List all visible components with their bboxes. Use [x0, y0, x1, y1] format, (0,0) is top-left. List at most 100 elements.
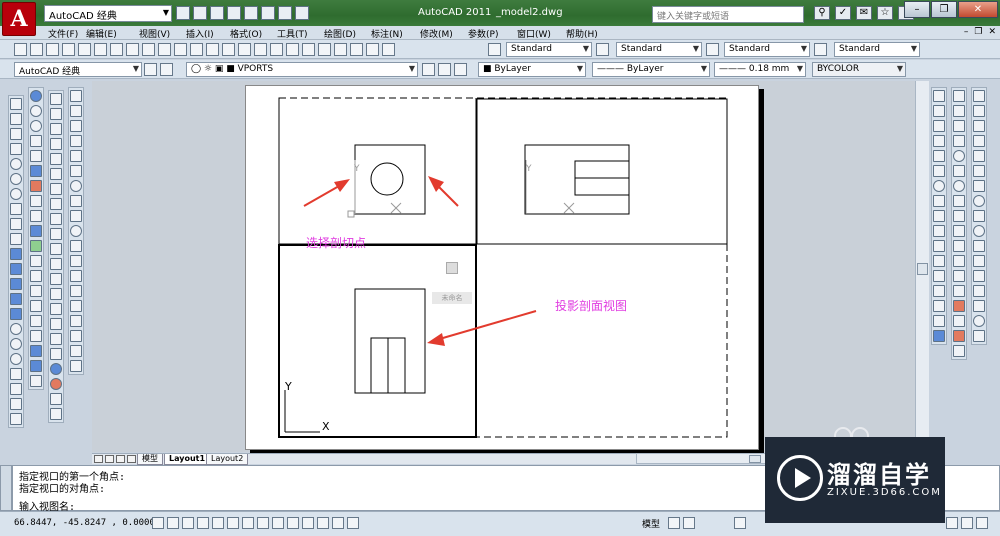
node-icon[interactable]	[973, 285, 985, 297]
autocad-logo-icon[interactable]: A	[2, 2, 36, 36]
continue-icon[interactable]	[953, 240, 965, 252]
fillet-icon[interactable]	[933, 315, 945, 327]
break-point-icon[interactable]	[933, 255, 945, 267]
endpoint-icon[interactable]	[973, 120, 985, 132]
move-icon[interactable]	[933, 165, 945, 177]
next-tab-icon[interactable]	[116, 455, 125, 463]
watermark-logo: 溜溜自学 ZIXUE.3D66.COM	[765, 437, 945, 523]
mirror-icon[interactable]	[933, 120, 945, 132]
intersection-icon[interactable]	[973, 150, 985, 162]
side-view-rect	[524, 144, 630, 215]
nearest-icon[interactable]	[973, 300, 985, 312]
layout-switch-icons	[668, 517, 695, 529]
extend-icon[interactable]	[933, 240, 945, 252]
grid-display-icon[interactable]	[182, 517, 194, 529]
printable-area-border	[278, 97, 728, 438]
break-dim-icon[interactable]	[953, 270, 965, 282]
jogged-icon[interactable]	[953, 165, 965, 177]
vertical-scrollbar[interactable]	[915, 81, 929, 452]
erase-icon[interactable]	[933, 90, 945, 102]
baseline-icon[interactable]	[953, 225, 965, 237]
tab-model[interactable]: 模型	[137, 454, 163, 465]
coordinates-readout[interactable]: 66.8447, -45.8247 , 0.0000	[14, 518, 155, 528]
stretch-icon[interactable]	[933, 210, 945, 222]
apparent-intersect-icon[interactable]	[973, 165, 985, 177]
object-snap-tracking-icon[interactable]	[257, 517, 269, 529]
polar-tracking-icon[interactable]	[212, 517, 224, 529]
angular-icon[interactable]	[953, 195, 965, 207]
transparency-icon[interactable]	[317, 517, 329, 529]
toolbar-lock-icon[interactable]	[946, 517, 958, 529]
horizontal-scroll-thumb[interactable]	[749, 455, 761, 463]
radius-icon[interactable]	[953, 150, 965, 162]
jogged-linear-icon[interactable]	[953, 330, 965, 342]
trim-icon[interactable]	[933, 225, 945, 237]
ordinate-icon[interactable]	[953, 135, 965, 147]
tab-navigation	[94, 455, 136, 463]
clean-screen-icon[interactable]	[961, 517, 973, 529]
from-icon[interactable]	[973, 105, 985, 117]
join-icon[interactable]	[933, 285, 945, 297]
infer-constraints-icon[interactable]	[152, 517, 164, 529]
ortho-mode-icon[interactable]	[197, 517, 209, 529]
none-snap-icon[interactable]	[973, 315, 985, 327]
arrow-projection-line	[435, 310, 537, 341]
object-snap-icon[interactable]	[227, 517, 239, 529]
parallel-icon[interactable]	[973, 255, 985, 267]
extension-icon[interactable]	[973, 180, 985, 192]
temp-track-icon[interactable]	[973, 90, 985, 102]
selection-cycling-icon[interactable]	[347, 517, 359, 529]
object-snap-toolbar	[971, 87, 987, 345]
viewport-lock-icon[interactable]	[446, 262, 458, 274]
linear-dim-icon[interactable]	[953, 90, 965, 102]
quick-properties-icon[interactable]	[332, 517, 344, 529]
arrow-left-head	[334, 179, 350, 192]
vertical-scroll-thumb[interactable]	[917, 263, 928, 275]
ucs-x-label: X	[322, 420, 330, 433]
center-icon[interactable]	[973, 195, 985, 207]
offset-icon[interactable]	[933, 135, 945, 147]
array-icon[interactable]	[933, 150, 945, 162]
model-space-button[interactable]: 模型	[642, 517, 660, 530]
snap-mode-icon[interactable]	[167, 517, 179, 529]
scale-icon[interactable]	[933, 195, 945, 207]
first-tab-icon[interactable]	[94, 455, 103, 463]
diameter-icon[interactable]	[953, 180, 965, 192]
3d-object-snap-icon[interactable]	[242, 517, 254, 529]
rotate-icon[interactable]	[933, 180, 945, 192]
ucs-tr-y-label: Y	[526, 164, 532, 174]
break-icon[interactable]	[933, 270, 945, 282]
quick-view-drawings-icon[interactable]	[683, 517, 695, 529]
command-line-handle[interactable]	[0, 465, 12, 511]
maximize-viewport-icon[interactable]	[734, 517, 746, 529]
prev-tab-icon[interactable]	[105, 455, 114, 463]
tangent-icon[interactable]	[973, 225, 985, 237]
center-mark-icon[interactable]	[953, 300, 965, 312]
space-icon[interactable]	[953, 255, 965, 267]
inspect-icon[interactable]	[953, 315, 965, 327]
midpoint-icon[interactable]	[973, 135, 985, 147]
chamfer-icon[interactable]	[933, 300, 945, 312]
explode-icon[interactable]	[933, 330, 945, 342]
tab-layout1[interactable]: Layout1	[164, 454, 211, 465]
dim-edit-icon[interactable]	[953, 345, 965, 357]
arc-length-icon[interactable]	[953, 120, 965, 132]
quick-dim-icon[interactable]	[953, 210, 965, 222]
insert-snap-icon[interactable]	[973, 270, 985, 282]
projection-section-view-label: 投影剖面视图	[555, 299, 628, 313]
quick-view-layouts-icon[interactable]	[668, 517, 680, 529]
quadrant-icon[interactable]	[973, 210, 985, 222]
tolerance-icon[interactable]	[953, 285, 965, 297]
dynamic-ucs-icon[interactable]	[272, 517, 284, 529]
aligned-dim-icon[interactable]	[953, 105, 965, 117]
lineweight-toggle-icon[interactable]	[302, 517, 314, 529]
copy-object-icon[interactable]	[933, 105, 945, 117]
select-section-point-label: 选择剖切点	[306, 236, 367, 250]
osnap-settings-icon[interactable]	[973, 330, 985, 342]
last-tab-icon[interactable]	[127, 455, 136, 463]
dynamic-input-icon[interactable]	[287, 517, 299, 529]
watermark-subtitle: ZIXUE.3D66.COM	[827, 487, 942, 498]
status-menu-icon[interactable]	[976, 517, 988, 529]
tab-layout2[interactable]: Layout2	[206, 454, 249, 465]
perpendicular-icon[interactable]	[973, 240, 985, 252]
